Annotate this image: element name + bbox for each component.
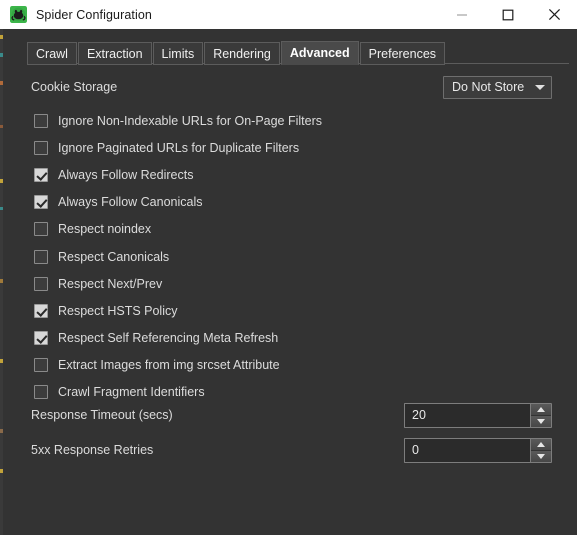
close-button[interactable]	[531, 0, 577, 29]
checkbox-row-respect-noindex[interactable]: Respect noindex	[34, 216, 322, 243]
triangle-down-icon	[537, 418, 545, 424]
advanced-options-list: Ignore Non-Indexable URLs for On-Page Fi…	[34, 107, 322, 406]
checkbox-label-respect-noindex: Respect noindex	[58, 222, 152, 237]
response-retries-increment-button[interactable]	[531, 438, 551, 451]
checkbox-ignore-non-indexable-urls[interactable]	[34, 113, 48, 128]
tab-limits-label: Limits	[161, 46, 195, 61]
cookie-storage-value: Do Not Store	[452, 80, 525, 94]
response-retries-stepper[interactable]: 0	[404, 437, 552, 463]
response-timeout-label: Response Timeout (secs)	[31, 408, 173, 422]
checkbox-row-crawl-fragment-identifiers[interactable]: Crawl Fragment Identifiers	[34, 379, 322, 406]
tab-crawl[interactable]: Crawl	[27, 42, 77, 65]
maximize-icon	[502, 9, 514, 20]
checkbox-label-respect-self-referencing-meta-refresh: Respect Self Referencing Meta Refresh	[58, 331, 279, 346]
advanced-tab-panel: Cookie Storage Do Not Store Ignore Non-I…	[0, 65, 577, 535]
checkbox-crawl-fragment-identifiers[interactable]	[34, 385, 48, 400]
checkbox-label-crawl-fragment-identifiers: Crawl Fragment Identifiers	[58, 385, 205, 400]
chevron-down-icon	[535, 84, 545, 90]
response-timeout-input[interactable]: 20	[404, 402, 530, 428]
close-icon	[548, 8, 560, 21]
response-timeout-row: Response Timeout (secs) 20	[31, 402, 552, 428]
maximize-button[interactable]	[485, 0, 531, 29]
cookie-storage-row: Cookie Storage Do Not Store	[31, 75, 552, 99]
tab-rendering-label: Rendering	[213, 46, 271, 61]
checkbox-respect-canonicals[interactable]	[34, 249, 48, 264]
minimize-button[interactable]	[439, 0, 485, 29]
tab-advanced[interactable]: Advanced	[280, 41, 359, 65]
spider-configuration-window: Spider Configuration Crawl Extraction Li…	[0, 0, 577, 535]
checkbox-row-respect-hsts-policy[interactable]: Respect HSTS Policy	[34, 297, 322, 324]
triangle-up-icon	[537, 441, 545, 447]
response-retries-decrement-button[interactable]	[531, 450, 551, 462]
checkbox-respect-self-referencing-meta-refresh[interactable]	[34, 331, 48, 346]
checkbox-row-always-follow-canonicals[interactable]: Always Follow Canonicals	[34, 189, 322, 216]
tab-preferences[interactable]: Preferences	[359, 42, 446, 65]
checkbox-ignore-paginated-urls[interactable]	[34, 140, 48, 155]
checkbox-label-respect-canonicals: Respect Canonicals	[58, 249, 170, 264]
tab-list: Crawl Extraction Limits Rendering Advanc…	[27, 41, 446, 65]
checkbox-respect-hsts-policy[interactable]	[34, 303, 48, 318]
checkbox-label-respect-hsts-policy: Respect HSTS Policy	[58, 303, 178, 318]
tab-extraction-label: Extraction	[86, 46, 143, 61]
checkbox-row-ignore-non-indexable-urls[interactable]: Ignore Non-Indexable URLs for On-Page Fi…	[34, 107, 322, 134]
checkbox-extract-images-from-img-srcset[interactable]	[34, 358, 48, 373]
response-timeout-increment-button[interactable]	[531, 403, 551, 416]
window-title: Spider Configuration	[36, 7, 152, 22]
checkbox-label-extract-images-from-img-srcset: Extract Images from img srcset Attribute	[58, 358, 280, 373]
tab-preferences-label: Preferences	[368, 46, 437, 61]
tab-strip: Crawl Extraction Limits Rendering Advanc…	[0, 29, 577, 65]
response-retries-stepper-buttons	[530, 437, 552, 463]
response-timeout-stepper[interactable]: 20	[404, 402, 552, 428]
checkbox-row-respect-canonicals[interactable]: Respect Canonicals	[34, 243, 322, 270]
triangle-up-icon	[537, 406, 545, 412]
checkbox-respect-next-prev[interactable]	[34, 276, 48, 291]
tab-extraction[interactable]: Extraction	[77, 42, 152, 65]
response-retries-row: 5xx Response Retries 0	[31, 437, 552, 463]
response-timeout-stepper-buttons	[530, 402, 552, 428]
checkbox-always-follow-canonicals[interactable]	[34, 195, 48, 210]
title-bar: Spider Configuration	[0, 0, 577, 29]
checkbox-label-always-follow-canonicals: Always Follow Canonicals	[58, 195, 203, 210]
checkbox-label-always-follow-redirects: Always Follow Redirects	[58, 167, 194, 182]
tab-limits[interactable]: Limits	[152, 42, 204, 65]
checkbox-always-follow-redirects[interactable]	[34, 167, 48, 182]
tab-crawl-label: Crawl	[36, 46, 68, 61]
checkbox-row-ignore-paginated-urls[interactable]: Ignore Paginated URLs for Duplicate Filt…	[34, 134, 322, 161]
checkbox-respect-noindex[interactable]	[34, 222, 48, 237]
window-controls	[439, 0, 577, 29]
checkbox-label-ignore-non-indexable-urls: Ignore Non-Indexable URLs for On-Page Fi…	[58, 113, 323, 128]
minimize-icon	[457, 13, 467, 16]
checkbox-row-always-follow-redirects[interactable]: Always Follow Redirects	[34, 161, 322, 188]
cookie-storage-label: Cookie Storage	[31, 80, 118, 94]
cookie-storage-select[interactable]: Do Not Store	[443, 75, 552, 99]
response-retries-label: 5xx Response Retries	[31, 443, 154, 457]
tab-rendering[interactable]: Rendering	[204, 42, 280, 65]
checkbox-row-respect-next-prev[interactable]: Respect Next/Prev	[34, 270, 322, 297]
response-timeout-decrement-button[interactable]	[531, 415, 551, 427]
response-retries-input[interactable]: 0	[404, 437, 530, 463]
screaming-frog-icon	[10, 6, 27, 23]
triangle-down-icon	[537, 453, 545, 459]
checkbox-row-extract-images-from-img-srcset[interactable]: Extract Images from img srcset Attribute	[34, 352, 322, 379]
checkbox-label-respect-next-prev: Respect Next/Prev	[58, 276, 163, 291]
tab-advanced-label: Advanced	[289, 46, 350, 60]
checkbox-row-respect-self-referencing-meta-refresh[interactable]: Respect Self Referencing Meta Refresh	[34, 325, 322, 352]
checkbox-label-ignore-paginated-urls: Ignore Paginated URLs for Duplicate Filt…	[58, 140, 300, 155]
